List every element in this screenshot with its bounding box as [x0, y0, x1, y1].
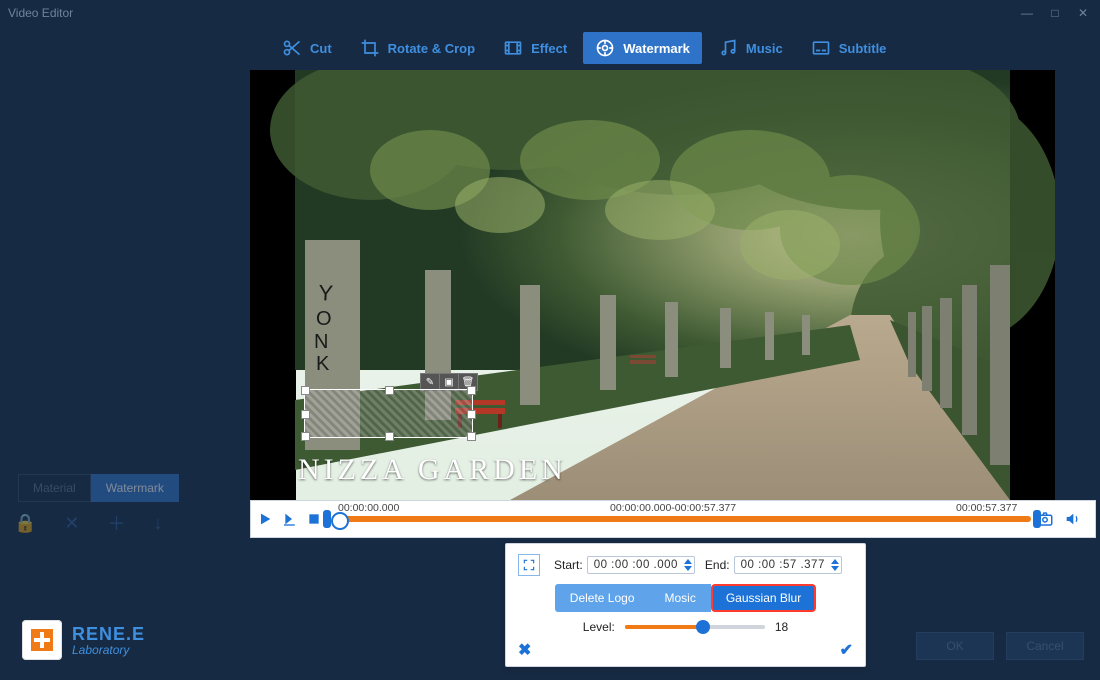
- stop-icon[interactable]: [307, 512, 321, 526]
- timeline-range: 00:00:00.000-00:00:57.377: [610, 502, 736, 514]
- fullscreen-toggle[interactable]: [518, 554, 540, 576]
- play-range-icon[interactable]: [281, 511, 299, 527]
- level-slider[interactable]: [625, 625, 765, 629]
- image-icon[interactable]: ▣: [440, 374, 459, 390]
- delete-logo-label: Delete Logo: [570, 591, 635, 605]
- rotate-crop-button[interactable]: Rotate & Crop: [348, 32, 487, 64]
- popup-cancel-icon[interactable]: ✖: [518, 640, 531, 660]
- close-icon[interactable]: ✕: [1074, 6, 1092, 20]
- film-icon: [503, 38, 523, 58]
- crop-icon: [360, 38, 380, 58]
- music-label: Music: [746, 41, 783, 56]
- end-label: End:: [705, 558, 730, 572]
- scissors-icon: [282, 38, 302, 58]
- range-end-handle[interactable]: [1033, 510, 1041, 528]
- logo-line1: RENE.E: [72, 624, 145, 645]
- play-icon[interactable]: [257, 511, 273, 527]
- subtitle-label: Subtitle: [839, 41, 887, 56]
- level-label: Level:: [583, 620, 615, 634]
- timeline-start-time: 00:00:00.000: [338, 502, 399, 514]
- subtitle-icon: [811, 38, 831, 58]
- cut-button[interactable]: Cut: [270, 32, 344, 64]
- gaussian-blur-button[interactable]: Gaussian Blur: [711, 584, 816, 612]
- watermark-mode-buttons: Delete Logo Mosic Gaussian Blur: [518, 584, 853, 612]
- mosic-label: Mosic: [665, 591, 696, 605]
- range-start-handle[interactable]: [323, 510, 331, 528]
- end-time-field[interactable]: 00 :00 :57 .377: [734, 556, 842, 574]
- start-time-spinner[interactable]: [684, 559, 692, 571]
- cut-label: Cut: [310, 41, 332, 56]
- music-button[interactable]: Music: [706, 32, 795, 64]
- minimize-icon[interactable]: —: [1018, 6, 1036, 20]
- music-icon: [718, 38, 738, 58]
- edit-icon[interactable]: ✎: [421, 374, 440, 390]
- subtitle-button[interactable]: Subtitle: [799, 32, 899, 64]
- popup-confirm-icon[interactable]: ✔: [840, 640, 853, 660]
- watermark-region[interactable]: [304, 389, 473, 438]
- effect-button[interactable]: Effect: [491, 32, 579, 64]
- watermark-button[interactable]: Watermark: [583, 32, 702, 64]
- rotate-crop-label: Rotate & Crop: [388, 41, 475, 56]
- titlebar: Video Editor — □ ✕: [0, 0, 1100, 26]
- end-time-spinner[interactable]: [831, 559, 839, 571]
- start-time-value: 00 :00 :00 .000: [594, 559, 678, 571]
- level-slider-thumb[interactable]: [696, 620, 710, 634]
- watermark-settings-popup: Start: 00 :00 :00 .000 End: 00 :00 :57 .…: [505, 543, 866, 667]
- watermark-label: Watermark: [623, 41, 690, 56]
- maximize-icon[interactable]: □: [1046, 6, 1064, 20]
- playhead[interactable]: [331, 512, 349, 530]
- brand-logo: RENE.E Laboratory: [22, 620, 145, 660]
- timeline-end-time: 00:00:57.377: [956, 502, 1017, 514]
- logo-mark: [22, 620, 62, 660]
- svg-text:N: N: [314, 331, 328, 353]
- app-title: Video Editor: [8, 6, 73, 20]
- effect-label: Effect: [531, 41, 567, 56]
- timeline-track[interactable]: [333, 516, 1031, 522]
- main-toolbar: Cut Rotate & Crop Effect Watermark Music…: [0, 26, 1100, 70]
- delete-logo-button[interactable]: Delete Logo: [555, 584, 650, 612]
- level-value: 18: [775, 620, 788, 634]
- volume-icon[interactable]: [1063, 511, 1081, 527]
- watermark-icon: [595, 38, 615, 58]
- video-caption: NIZZA GARDEN: [298, 453, 567, 487]
- svg-text:K: K: [316, 353, 330, 375]
- end-time-value: 00 :00 :57 .377: [741, 559, 825, 571]
- svg-text:Y: Y: [318, 280, 334, 306]
- start-time-field[interactable]: 00 :00 :00 .000: [587, 556, 695, 574]
- gaussian-blur-label: Gaussian Blur: [726, 591, 801, 605]
- svg-text:O: O: [316, 308, 332, 330]
- start-label: Start:: [554, 558, 583, 572]
- mosic-button[interactable]: Mosic: [650, 584, 711, 612]
- logo-line2: Laboratory: [72, 643, 145, 657]
